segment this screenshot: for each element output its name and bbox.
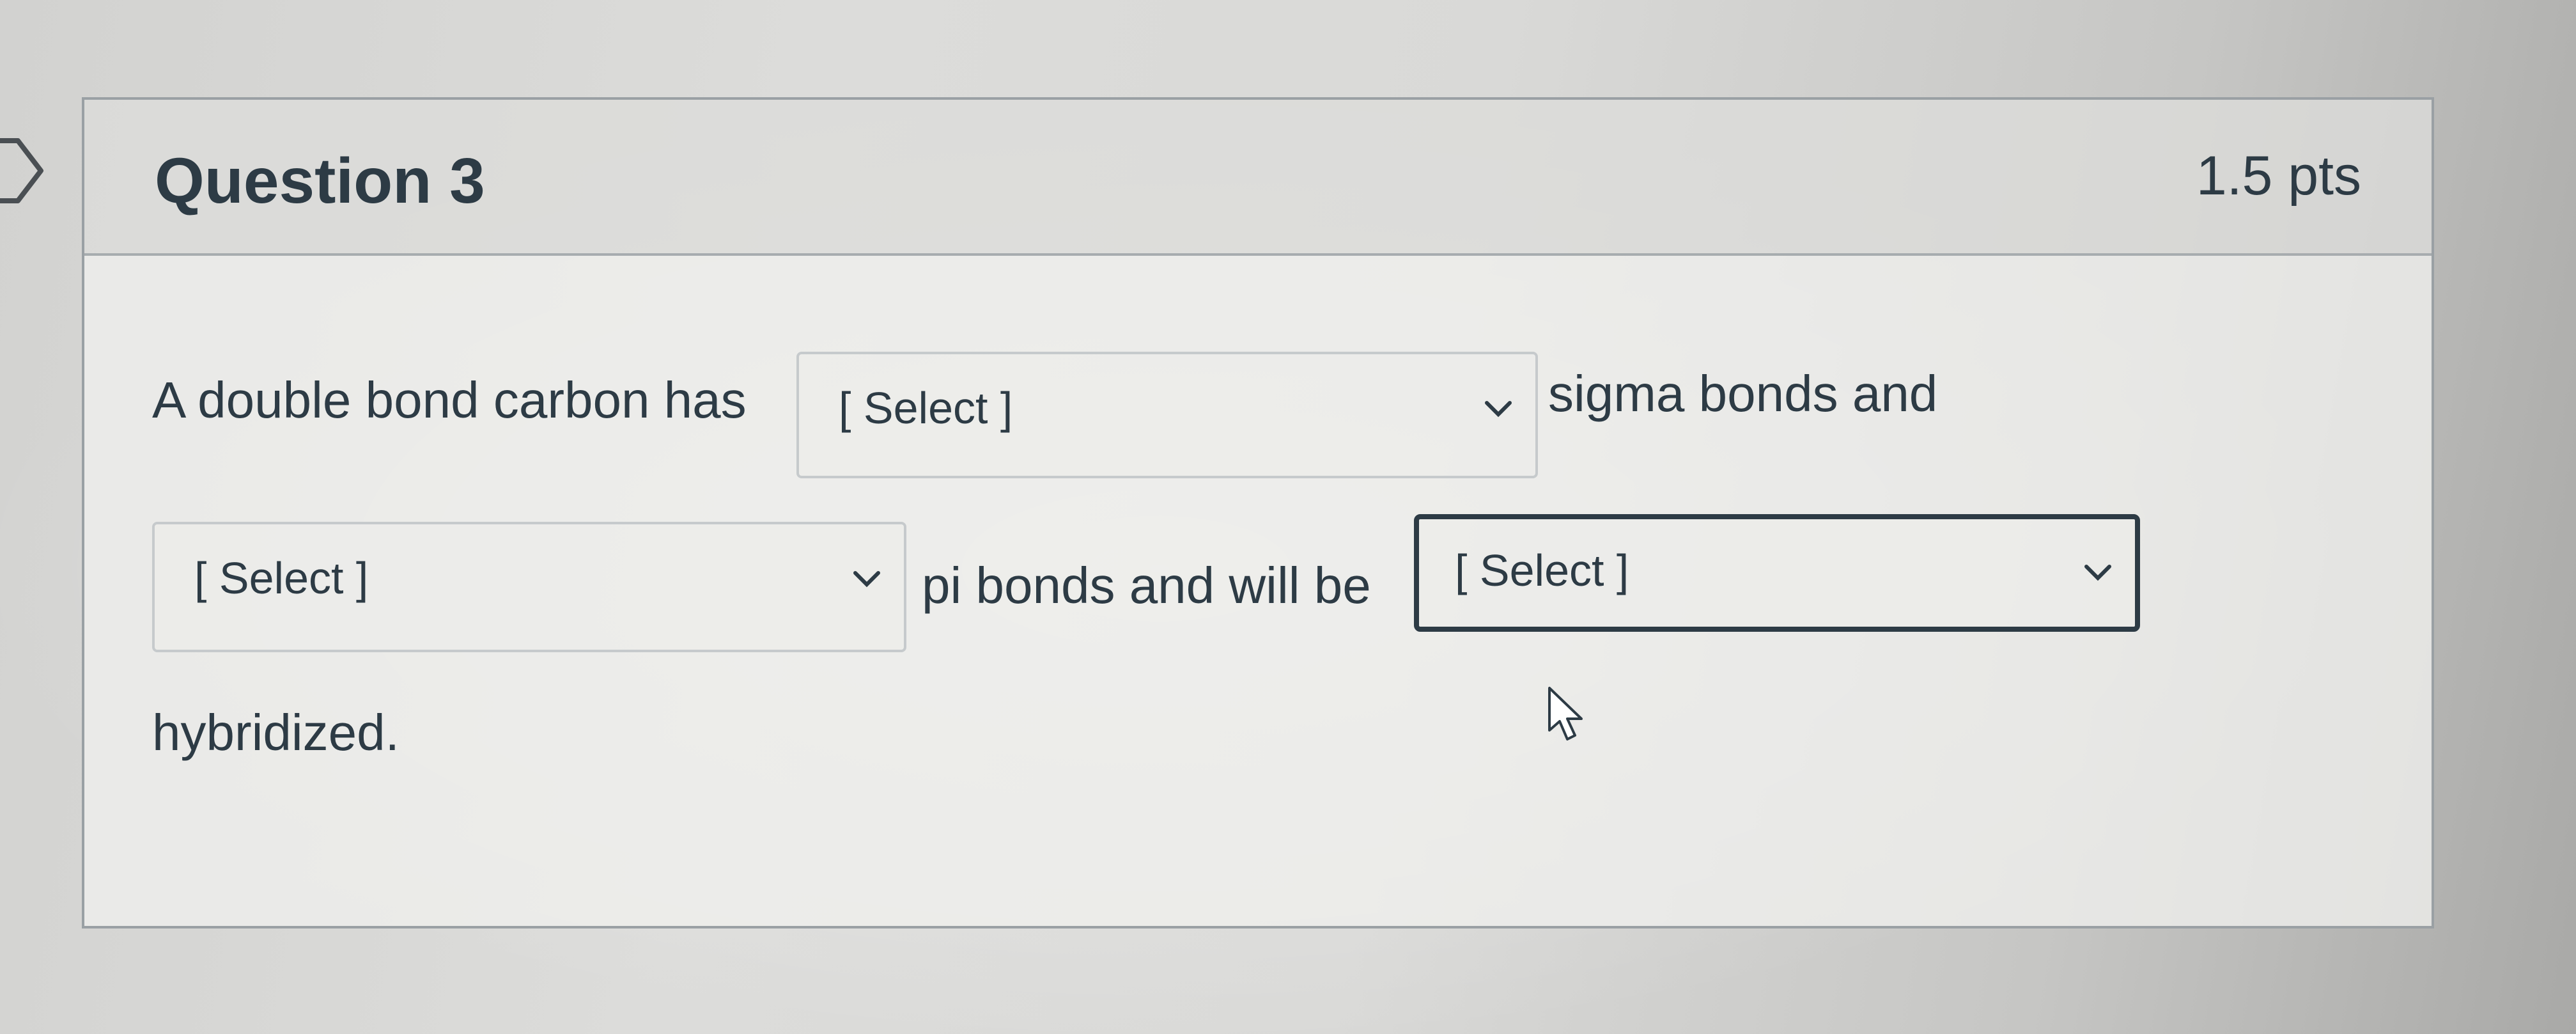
question-header: Question 3 1.5 pts [84,100,2432,256]
select-value: [ Select ] [1455,545,1629,595]
question-text-part-3: pi bonds and will be [922,557,1371,614]
chevron-down-icon [853,571,880,588]
sigma-bonds-select[interactable]: [ Select ] [796,352,1538,478]
hybridization-select[interactable]: [ Select ] [1414,514,2140,632]
chevron-down-icon [1485,401,1512,418]
previous-question-arrow-icon[interactable] [0,136,48,206]
question-text-part-2: sigma bonds and [1548,365,1938,422]
mouse-pointer-icon [1548,687,1583,740]
question-points: 1.5 pts [2196,145,2361,207]
question-text-part-1: A double bond carbon has [152,372,747,428]
select-value: [ Select ] [839,383,1013,433]
pi-bonds-select[interactable]: [ Select ] [152,522,906,652]
question-card: Question 3 1.5 pts A double bond carbon … [82,97,2434,928]
select-value: [ Select ] [194,553,369,603]
chevron-down-icon [2084,565,2111,581]
question-body: A double bond carbon has [ Select ] sigm… [84,256,2432,926]
question-title: Question 3 [155,145,485,217]
question-text-part-4: hybridized. [152,704,400,761]
